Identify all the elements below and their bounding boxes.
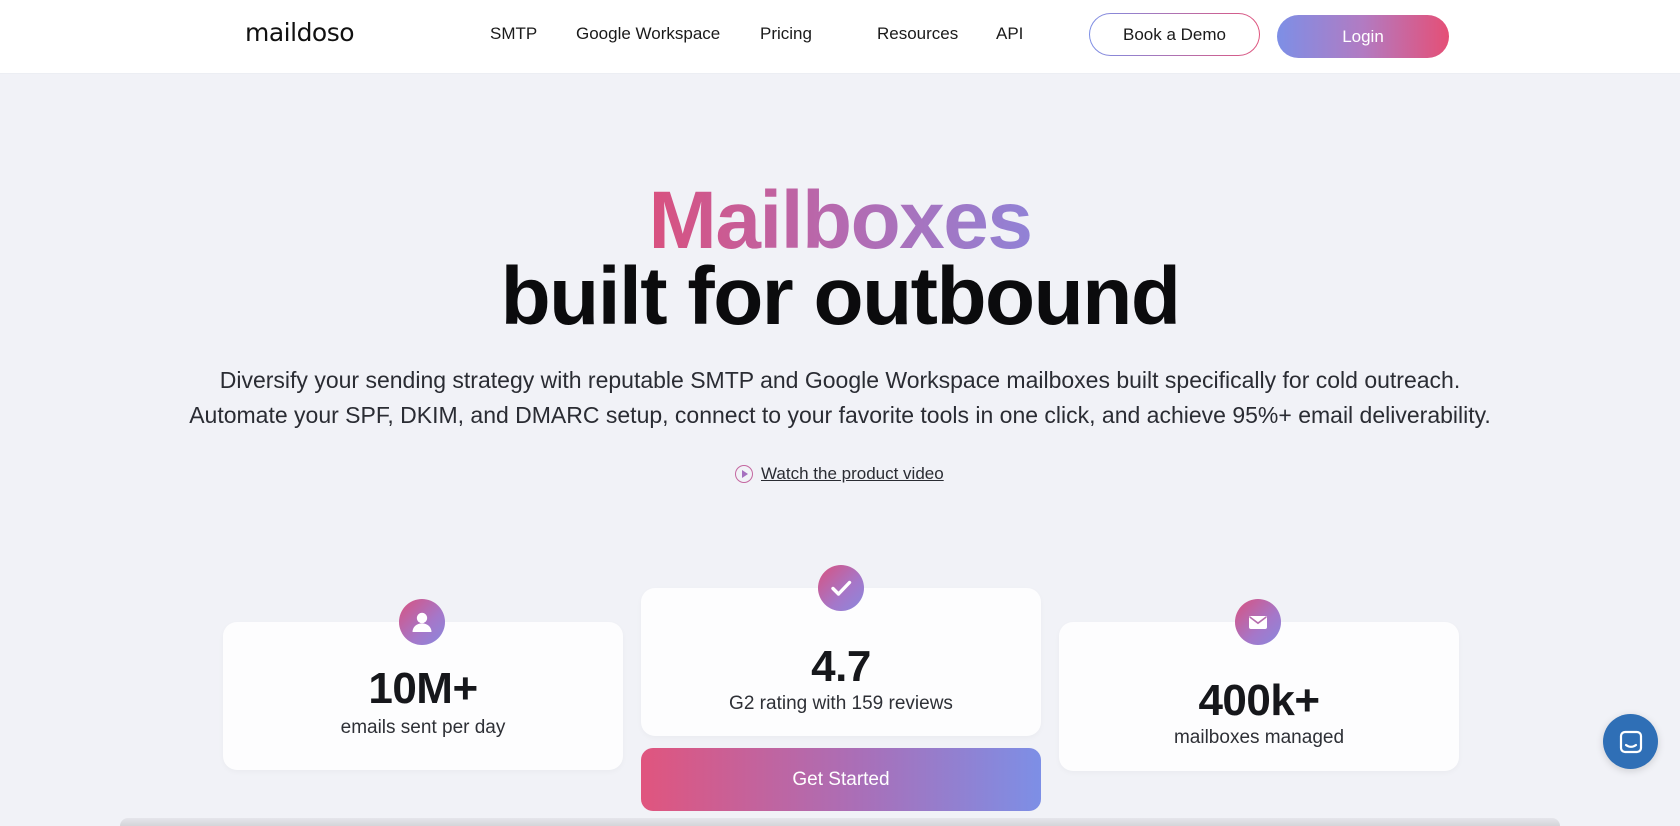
- nav-resources[interactable]: Resources: [877, 24, 958, 44]
- stat-value: 400k+: [1198, 676, 1320, 725]
- user-icon: [399, 599, 445, 645]
- stat-value: 4.7: [811, 642, 871, 691]
- top-navigation-bar: maildoso SMTP Google Workspace Pricing R…: [0, 0, 1680, 74]
- stat-label: emails sent per day: [340, 717, 506, 738]
- hero-description-line-2: Automate your SPF, DKIM, and DMARC setup…: [189, 402, 1491, 428]
- stat-value: 10M+: [368, 664, 478, 713]
- check-icon: [818, 565, 864, 611]
- maildoso-logo[interactable]: maildoso: [245, 18, 355, 47]
- stat-label: mailboxes managed: [1173, 727, 1345, 748]
- chat-icon: [1619, 730, 1642, 753]
- nav-smtp[interactable]: SMTP: [490, 24, 537, 44]
- nav-api[interactable]: API: [996, 24, 1023, 44]
- watch-video-link[interactable]: Watch the product video: [735, 462, 944, 486]
- nav-pricing[interactable]: Pricing: [760, 24, 812, 44]
- watch-video-label: Watch the product video: [761, 464, 944, 483]
- login-button[interactable]: Login: [1277, 15, 1449, 58]
- chat-widget-button[interactable]: [1603, 714, 1658, 769]
- envelope-icon: [1235, 599, 1281, 645]
- book-demo-button[interactable]: Book a Demo: [1089, 13, 1260, 56]
- nav-google-workspace[interactable]: Google Workspace: [576, 24, 720, 44]
- play-icon: [735, 465, 753, 483]
- hero-title: built for outbound: [500, 251, 1181, 342]
- get-started-button[interactable]: Get Started: [641, 748, 1041, 811]
- bottom-preview-edge: [120, 818, 1560, 826]
- hero-description-line-1: Diversify your sending strategy with rep…: [219, 367, 1461, 393]
- stat-label: G2 rating with 159 reviews: [729, 693, 953, 714]
